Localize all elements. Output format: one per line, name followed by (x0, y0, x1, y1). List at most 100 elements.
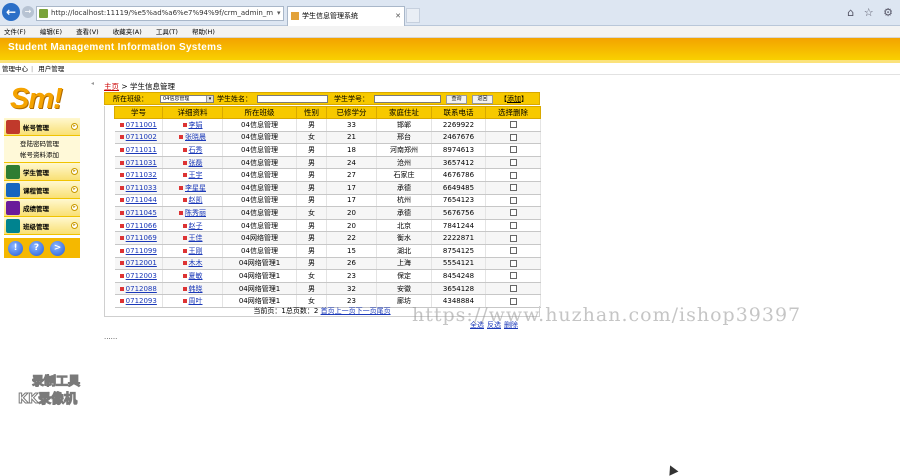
browser-corner-icons[interactable]: ⌂ ☆ ⚙ (847, 6, 896, 19)
student-detail-link[interactable]: 木木 (189, 259, 203, 267)
row-marker-icon (182, 223, 187, 228)
browser-tab[interactable]: 学生信息管理系统 ✕ (287, 6, 405, 26)
student-id-link[interactable]: 0711033 (126, 184, 157, 192)
sidebar-bottom-bar: ! ? > (4, 238, 80, 258)
menu-view[interactable]: 查看(V) (76, 26, 99, 38)
student-id-link[interactable]: 0711001 (126, 121, 157, 129)
subnav-user-manage[interactable]: 用户管理 (38, 63, 64, 75)
forward-icon[interactable]: → (22, 6, 34, 18)
cell-credits: 21 (326, 131, 377, 145)
address-bar[interactable]: http://localhost:11119/%e5%ad%a6%e7%94%9… (36, 6, 284, 21)
cell-name: 赵凯 (162, 194, 223, 208)
student-detail-link[interactable]: 赵凯 (189, 196, 203, 204)
student-id-link[interactable]: 0711045 (126, 209, 157, 217)
new-tab-button[interactable] (406, 8, 420, 23)
collapse-sidebar-handle[interactable]: ◂ (91, 76, 97, 296)
student-detail-link[interactable]: 王佳 (189, 234, 203, 242)
delete-checkbox[interactable] (509, 209, 517, 217)
student-id-link[interactable]: 0712001 (126, 259, 157, 267)
back-button[interactable]: 返回 (472, 95, 493, 104)
student-id-link[interactable]: 0712088 (126, 285, 157, 293)
col-header-phone: 联系电话 (431, 106, 486, 119)
student-detail-link[interactable]: 韩晓 (189, 285, 203, 293)
menu-tools[interactable]: 工具(T) (156, 26, 178, 38)
delete-checkbox[interactable] (509, 247, 517, 255)
student-id-link[interactable]: 0711099 (126, 247, 157, 255)
subnav-admin-center[interactable]: 管理中心 (2, 63, 28, 75)
delete-checkbox[interactable] (509, 196, 517, 204)
student-detail-link[interactable]: 张晓晨 (185, 133, 206, 141)
delete-checkbox[interactable] (509, 146, 517, 154)
student-detail-link[interactable]: 李娟 (189, 121, 203, 129)
student-detail-link[interactable]: 石秀 (189, 146, 203, 154)
add-student-link[interactable]: 【添加】 (500, 93, 528, 106)
submenu-password[interactable]: 登陆密码管理 (20, 139, 80, 150)
table-row: 0712088 韩晓 04网络管理1 男 32 安徽 3654128 (114, 282, 541, 296)
row-marker-icon (182, 147, 187, 152)
class-select[interactable]: 04信息管理 ▾ (160, 95, 214, 103)
pager-last[interactable]: 尾页 (377, 307, 391, 315)
row-marker-icon (179, 185, 183, 190)
student-detail-link[interactable]: 李星星 (185, 184, 206, 192)
sidebar-item-score[interactable]: 成绩管理 ▸ (4, 199, 80, 217)
sidebar: Sm! 帐号管理 ▸ 登陆密码管理 帐号资料添加 学生管理 ▸ 课程管理 ▸ 成… (4, 80, 80, 258)
menu-help[interactable]: 帮助(H) (192, 26, 215, 38)
student-detail-link[interactable]: 王刚 (189, 247, 203, 255)
student-id-link[interactable]: 0712093 (126, 297, 157, 305)
alert-icon[interactable]: ! (8, 241, 23, 256)
collapse-arrow-icon[interactable]: ◂ (91, 80, 94, 87)
address-buttons[interactable]: ▾ ↻ ✕ (277, 7, 283, 20)
delete-checkbox[interactable] (509, 121, 517, 129)
sidebar-item-course[interactable]: 课程管理 ▸ (4, 181, 80, 199)
student-detail-link[interactable]: 赵子 (189, 222, 203, 230)
expand-arrow-icon[interactable]: ▸ (71, 204, 78, 211)
tab-close-icon[interactable]: ✕ (395, 7, 401, 25)
student-id-link[interactable]: 0711066 (126, 222, 157, 230)
pager-prev[interactable]: 上一页 (335, 307, 356, 315)
delete-checkbox[interactable] (509, 133, 517, 141)
breadcrumb-home-link[interactable]: 主页 (104, 82, 119, 91)
student-id-link[interactable]: 0711044 (126, 196, 157, 204)
query-button[interactable]: 查询 (446, 95, 467, 104)
student-detail-link[interactable]: 陈秀丽 (185, 209, 206, 217)
student-name-input[interactable] (257, 95, 328, 103)
sidebar-item-student[interactable]: 学生管理 ▸ (4, 163, 80, 181)
delete-checkbox[interactable] (509, 159, 517, 167)
student-id-link[interactable]: 0711011 (126, 146, 157, 154)
sidebar-item-account[interactable]: 帐号管理 ▸ (4, 118, 80, 136)
sidebar-item-class[interactable]: 班级管理 ▸ (4, 217, 80, 235)
back-icon[interactable]: ← (2, 3, 20, 21)
delete-checkbox[interactable] (509, 272, 517, 280)
student-id-input[interactable] (374, 95, 441, 103)
row-marker-icon (182, 122, 187, 127)
menu-favorites[interactable]: 收藏夹(A) (113, 26, 142, 38)
delete-checkbox[interactable] (509, 171, 517, 179)
expand-arrow-icon[interactable]: ▸ (71, 168, 78, 175)
pager-first[interactable]: 首页 (321, 307, 335, 315)
delete-checkbox[interactable] (509, 184, 517, 192)
student-detail-link[interactable]: 王宇 (189, 171, 203, 179)
student-detail-link[interactable]: 周叶 (189, 297, 203, 305)
menu-file[interactable]: 文件(F) (4, 26, 26, 38)
delete-checkbox[interactable] (509, 234, 517, 242)
submenu-add-account[interactable]: 帐号资料添加 (20, 150, 80, 161)
student-id-link[interactable]: 0711002 (126, 133, 157, 141)
add-link-label: 添加 (507, 95, 521, 103)
student-id-link[interactable]: 0711031 (126, 159, 157, 167)
expand-arrow-icon[interactable]: ▸ (71, 222, 78, 229)
expand-arrow-icon[interactable]: ▸ (71, 186, 78, 193)
next-icon[interactable]: > (50, 241, 65, 256)
student-id-link[interactable]: 0711032 (126, 171, 157, 179)
cell-delete (485, 231, 541, 245)
student-detail-link[interactable]: 张磊 (189, 159, 203, 167)
student-detail-link[interactable]: 夏敏 (189, 272, 203, 280)
help-icon[interactable]: ? (29, 241, 44, 256)
expand-arrow-icon[interactable]: ▸ (71, 123, 78, 130)
student-id-link[interactable]: 0712003 (126, 272, 157, 280)
pager-next[interactable]: 下一页 (356, 307, 377, 315)
delete-checkbox[interactable] (509, 222, 517, 230)
menu-edit[interactable]: 编辑(E) (40, 26, 62, 38)
delete-checkbox[interactable] (509, 259, 517, 267)
student-id-link[interactable]: 0711069 (126, 234, 157, 242)
delete-checkbox[interactable] (509, 285, 517, 293)
